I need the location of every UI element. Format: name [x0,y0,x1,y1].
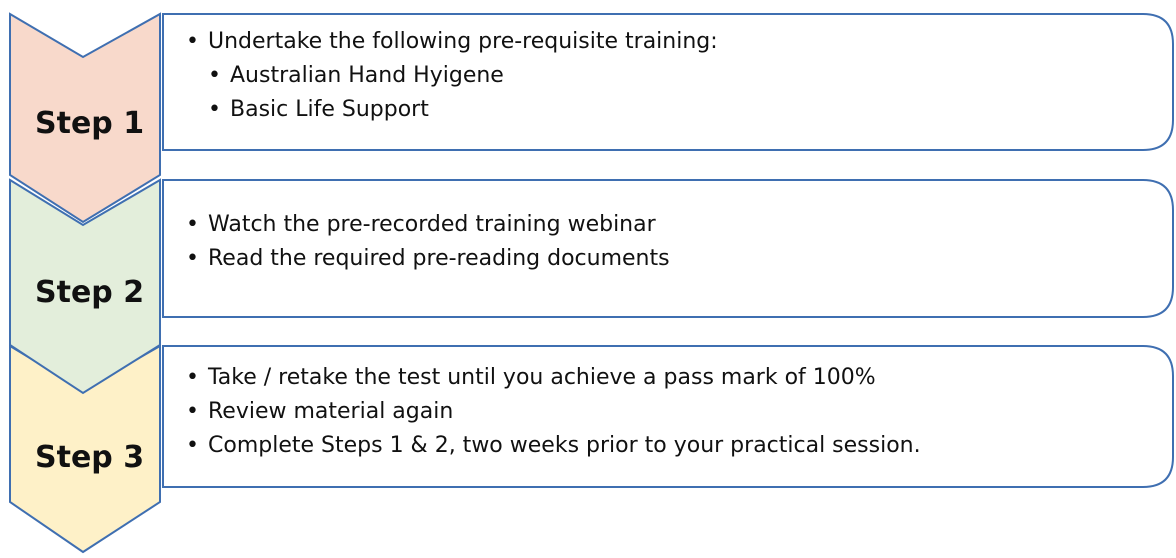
step-3-item: Review material again [186,395,921,429]
step-1-subitem: Basic Life Support [208,93,718,127]
step-1-label: Step 1 [35,106,144,141]
step-3-label: Step 3 [35,440,144,475]
step-1-list: Undertake the following pre-requisite tr… [186,25,718,127]
step-3-list: Take / retake the test until you achieve… [186,361,921,463]
step-3-item: Take / retake the test until you achieve… [186,361,921,395]
step-2-label: Step 2 [35,275,144,310]
step-2-list: Watch the pre-recorded training webinar … [186,208,670,276]
step-3-item: Complete Steps 1 & 2, two weeks prior to… [186,429,921,463]
step-2-item: Read the required pre-reading documents [186,242,670,276]
step-2-item: Watch the pre-recorded training webinar [186,208,670,242]
step-1-subitem: Australian Hand Hyigene [208,59,718,93]
step-1-item: Undertake the following pre-requisite tr… [186,25,718,59]
